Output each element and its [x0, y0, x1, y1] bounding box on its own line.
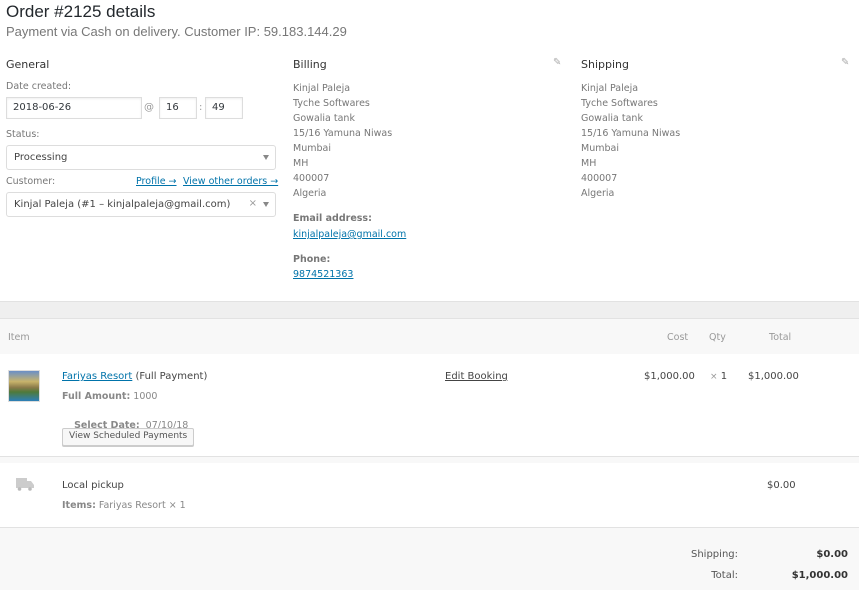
- product-suffix: (Full Payment): [132, 371, 208, 382]
- edit-booking-link[interactable]: Edit Booking: [445, 371, 508, 382]
- chevron-down-icon: [263, 155, 269, 160]
- order-total-value: $1,000.00: [791, 570, 848, 581]
- minute-input[interactable]: 49: [205, 97, 243, 119]
- edit-shipping-pencil-icon[interactable]: ✎: [841, 57, 849, 68]
- profile-link[interactable]: Profile →: [136, 176, 177, 187]
- shipping-line: Kinjal Paleja: [581, 83, 639, 94]
- billing-line: Gowalia tank: [293, 113, 355, 124]
- shipping-line: 400007: [581, 173, 618, 184]
- truck-icon: [16, 478, 34, 491]
- shipping-line: 15/16 Yamuna Niwas: [581, 128, 681, 139]
- shipping-line-row: Local pickup Items: Fariyas Resort × 1 $…: [0, 463, 859, 528]
- customer-select[interactable]: Kinjal Paleja (#1 – kinjalpaleja@gmail.c…: [6, 192, 276, 217]
- billing-address: Kinjal Paleja Tyche Softwares Gowalia ta…: [293, 81, 392, 201]
- shipping-line: Mumbai: [581, 143, 619, 154]
- product-thumbnail: [8, 370, 40, 402]
- date-created-label: Date created:: [6, 81, 72, 92]
- page-title: Order #2125 details: [6, 2, 156, 21]
- qty-multiplier: ×: [710, 372, 718, 382]
- qty-value: 1: [720, 371, 728, 382]
- billing-heading: Billing: [293, 58, 327, 71]
- phone-label: Phone:: [293, 254, 331, 265]
- billing-line: 400007: [293, 173, 330, 184]
- view-other-orders-link[interactable]: View other orders →: [183, 176, 278, 187]
- time-separator: :: [199, 102, 203, 113]
- meta-key: Items:: [62, 500, 96, 511]
- order-total-label: Total:: [711, 570, 738, 581]
- hour-input[interactable]: 16: [159, 97, 197, 119]
- product-link[interactable]: Fariyas Resort: [62, 371, 132, 382]
- order-subtitle: Payment via Cash on delivery. Customer I…: [6, 24, 347, 39]
- shipping-items: Items: Fariyas Resort × 1: [62, 500, 186, 511]
- shipping-line: Algeria: [581, 188, 615, 199]
- status-value: Processing: [14, 152, 68, 163]
- shipping-total-value: $0.00: [816, 549, 848, 560]
- billing-line: Algeria: [293, 188, 327, 199]
- email-link[interactable]: kinjalpaleja@gmail.com: [293, 229, 406, 240]
- view-scheduled-payments-button[interactable]: View Scheduled Payments: [62, 428, 195, 446]
- shipping-line: Tyche Softwares: [581, 98, 658, 109]
- shipping-line-total: $0.00: [767, 480, 796, 491]
- column-total: Total: [769, 332, 792, 343]
- shipping-line: Gowalia tank: [581, 113, 643, 124]
- item-total: $1,000.00: [748, 371, 799, 382]
- billing-line: MH: [293, 158, 309, 169]
- shipping-line: MH: [581, 158, 597, 169]
- meta-value: 1000: [130, 391, 158, 402]
- phone-link[interactable]: 9874521363: [293, 269, 353, 280]
- billing-line: Kinjal Paleja: [293, 83, 351, 94]
- shipping-heading: Shipping: [581, 58, 629, 71]
- edit-billing-pencil-icon[interactable]: ✎: [553, 57, 561, 68]
- shipping-total-label: Shipping:: [691, 549, 738, 560]
- product-title: Fariyas Resort (Full Payment): [62, 371, 207, 382]
- clear-icon[interactable]: ×: [249, 198, 257, 209]
- shipping-method: Local pickup: [62, 480, 124, 491]
- item-qty: × 1: [710, 371, 727, 382]
- status-label: Status:: [6, 129, 40, 140]
- at-separator: @: [144, 102, 154, 113]
- billing-line: Tyche Softwares: [293, 98, 370, 109]
- item-cost: $1,000.00: [644, 371, 695, 382]
- billing-line: Mumbai: [293, 143, 331, 154]
- email-label: Email address:: [293, 213, 372, 224]
- customer-value: Kinjal Paleja (#1 – kinjalpaleja@gmail.c…: [14, 199, 231, 210]
- general-heading: General: [6, 58, 50, 71]
- customer-label: Customer:: [6, 176, 56, 187]
- column-qty: Qty: [709, 332, 726, 343]
- meta-full-amount: Full Amount: 1000: [62, 391, 157, 402]
- column-item: Item: [8, 332, 30, 343]
- column-cost: Cost: [667, 332, 689, 343]
- shipping-address: Kinjal Paleja Tyche Softwares Gowalia ta…: [581, 81, 680, 201]
- section-divider: [0, 301, 859, 319]
- date-input[interactable]: 2018-06-26: [6, 97, 142, 119]
- line-item-row: Fariyas Resort (Full Payment) Full Amoun…: [0, 354, 859, 457]
- meta-value: Fariyas Resort × 1: [95, 500, 186, 511]
- order-totals: Shipping: $0.00 Total: $1,000.00: [0, 528, 859, 590]
- meta-key: Full Amount:: [62, 391, 131, 402]
- chevron-down-icon: [263, 202, 269, 207]
- status-select[interactable]: Processing: [6, 145, 276, 170]
- items-table-header: Item Cost Qty Total: [0, 319, 859, 354]
- billing-line: 15/16 Yamuna Niwas: [293, 128, 393, 139]
